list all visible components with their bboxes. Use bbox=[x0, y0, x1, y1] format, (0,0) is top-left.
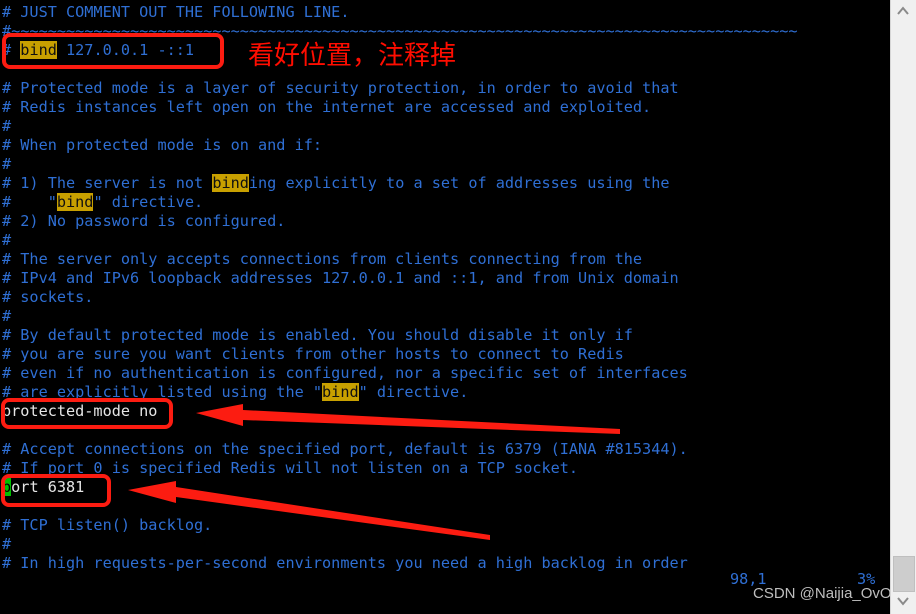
chevron-up-icon bbox=[897, 6, 909, 15]
csdn-watermark: CSDN @Naijia_OvO bbox=[753, 585, 892, 602]
line-text: # bbox=[2, 307, 12, 325]
chevron-down-icon bbox=[897, 597, 909, 606]
search-match-highlight: bind bbox=[212, 174, 249, 192]
line-text: " directive. bbox=[358, 383, 469, 401]
line-text: # TCP listen() backlog. bbox=[2, 516, 213, 534]
editor-line[interactable]: # IPv4 and IPv6 loopback addresses 127.0… bbox=[0, 269, 890, 288]
editor-line[interactable]: # bbox=[0, 535, 890, 554]
line-text: # sockets. bbox=[2, 288, 94, 306]
editor-line[interactable]: # bbox=[0, 231, 890, 250]
editor-line[interactable]: # JUST COMMENT OUT THE FOLLOWING LINE. bbox=[0, 3, 890, 22]
vertical-scrollbar[interactable] bbox=[890, 0, 916, 614]
editor-line[interactable]: # bbox=[0, 307, 890, 326]
editor-line[interactable]: # If port 0 is specified Redis will not … bbox=[0, 459, 890, 478]
scroll-thumb[interactable] bbox=[893, 556, 915, 592]
line-text: # When protected mode is on and if: bbox=[2, 136, 323, 154]
line-text: # Redis instances left open on the inter… bbox=[2, 98, 652, 116]
editor-line[interactable]: port 6381 bbox=[0, 478, 890, 497]
editor-line[interactable]: # By default protected mode is enabled. … bbox=[0, 326, 890, 345]
text-cursor: p bbox=[2, 478, 12, 496]
line-text: # The server only accepts connections fr… bbox=[2, 250, 643, 268]
line-text: # By default protected mode is enabled. … bbox=[2, 326, 633, 344]
line-text: # " bbox=[2, 193, 57, 211]
editor-line[interactable]: # bbox=[0, 155, 890, 174]
editor-line[interactable]: protected-mode no bbox=[0, 402, 890, 421]
editor-line[interactable]: # The server only accepts connections fr… bbox=[0, 250, 890, 269]
editor-line[interactable]: # are explicitly listed using the "bind"… bbox=[0, 383, 890, 402]
editor-line[interactable]: # bbox=[0, 117, 890, 136]
editor-line[interactable] bbox=[0, 497, 890, 516]
editor-line[interactable]: # Redis instances left open on the inter… bbox=[0, 98, 890, 117]
line-text: # bbox=[2, 231, 12, 249]
scroll-up-arrow[interactable] bbox=[891, 2, 916, 20]
editor-line[interactable]: # "bind" directive. bbox=[0, 193, 890, 212]
line-text: protected-mode no bbox=[2, 402, 158, 420]
editor-line[interactable]: # Protected mode is a layer of security … bbox=[0, 79, 890, 98]
editor-line[interactable]: # you are sure you want clients from oth… bbox=[0, 345, 890, 364]
line-text: # JUST COMMENT OUT THE FOLLOWING LINE. bbox=[2, 3, 350, 21]
line-text: # IPv4 and IPv6 loopback addresses 127.0… bbox=[2, 269, 679, 287]
editor-line[interactable]: # TCP listen() backlog. bbox=[0, 516, 890, 535]
line-text: # bbox=[2, 117, 12, 135]
line-text: # bbox=[2, 155, 12, 173]
line-text: #~~~~~~~~~~~~~~~~~~~~~~~~~~~~~~~~~~~~~~~… bbox=[2, 22, 798, 40]
editor-line[interactable]: # even if no authentication is configure… bbox=[0, 364, 890, 383]
editor-line[interactable]: # 2) No password is configured. bbox=[0, 212, 890, 231]
editor-line[interactable]: # Accept connections on the specified po… bbox=[0, 440, 890, 459]
text-editor-buffer[interactable]: # JUST COMMENT OUT THE FOLLOWING LINE. #~… bbox=[0, 0, 890, 573]
line-text: # In high requests-per-second environmen… bbox=[2, 554, 688, 572]
editor-line[interactable] bbox=[0, 421, 890, 440]
editor-line[interactable] bbox=[0, 60, 890, 79]
line-text: # even if no authentication is configure… bbox=[2, 364, 688, 382]
line-text: # If port 0 is specified Redis will not … bbox=[2, 459, 579, 477]
line-text: 127.0.0.1 -::1 bbox=[56, 41, 195, 59]
line-text: # 1) The server is not bbox=[2, 174, 213, 192]
line-text: ing explicitly to a set of addresses usi… bbox=[248, 174, 670, 192]
scroll-down-arrow[interactable] bbox=[891, 592, 916, 610]
line-text: " directive. bbox=[93, 193, 204, 211]
editor-line[interactable]: # When protected mode is on and if: bbox=[0, 136, 890, 155]
editor-line[interactable]: #~~~~~~~~~~~~~~~~~~~~~~~~~~~~~~~~~~~~~~~… bbox=[0, 22, 890, 41]
terminal-window[interactable]: # JUST COMMENT OUT THE FOLLOWING LINE. #~… bbox=[0, 0, 890, 614]
line-text: # bbox=[2, 535, 12, 553]
line-text: # Accept connections on the specified po… bbox=[2, 440, 688, 458]
editor-line[interactable]: # bind 127.0.0.1 -::1 bbox=[0, 41, 890, 60]
search-match-highlight: bind bbox=[56, 193, 94, 211]
line-text: ort 6381 bbox=[11, 478, 85, 496]
line-text: # bbox=[2, 41, 21, 59]
line-text: # are explicitly listed using the " bbox=[2, 383, 323, 401]
line-text: # 2) No password is configured. bbox=[2, 212, 286, 230]
search-match-highlight: bind bbox=[322, 383, 359, 401]
search-match-highlight: bind bbox=[20, 41, 57, 59]
editor-line[interactable]: # 1) The server is not binding explicitl… bbox=[0, 174, 890, 193]
editor-line[interactable]: # sockets. bbox=[0, 288, 890, 307]
line-text: # you are sure you want clients from oth… bbox=[2, 345, 624, 363]
line-text: # Protected mode is a layer of security … bbox=[2, 79, 679, 97]
